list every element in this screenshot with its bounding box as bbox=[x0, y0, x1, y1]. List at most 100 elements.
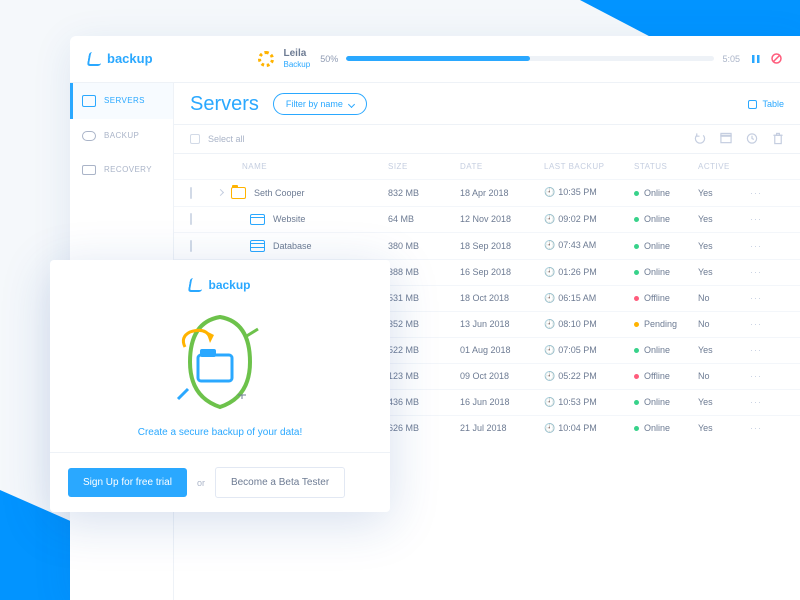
clock-icon: 🕘 bbox=[544, 371, 555, 381]
signup-button[interactable]: Sign Up for free trial bbox=[68, 468, 187, 497]
status-dot bbox=[634, 270, 639, 275]
row-more-icon[interactable]: ··· bbox=[750, 397, 770, 407]
cell-status: Online bbox=[634, 423, 698, 433]
cell-active: Yes bbox=[698, 423, 750, 433]
clock-icon: 🕘 bbox=[544, 345, 555, 355]
row-more-icon[interactable]: ··· bbox=[750, 214, 770, 224]
cell-date: 16 Jun 2018 bbox=[460, 397, 544, 407]
brand-logo[interactable]: backup bbox=[88, 51, 153, 66]
cell-last-backup: 🕘10:35 PM bbox=[544, 187, 634, 198]
row-more-icon[interactable]: ··· bbox=[750, 345, 770, 355]
table-row[interactable]: Seth Cooper832 MB18 Apr 2018🕘10:35 PMOnl… bbox=[174, 179, 800, 206]
cell-active: Yes bbox=[698, 241, 750, 251]
status-dot bbox=[634, 244, 639, 249]
row-more-icon[interactable]: ··· bbox=[750, 267, 770, 277]
cell-last-backup: 🕘06:15 AM bbox=[544, 293, 634, 304]
cell-status: Online bbox=[634, 267, 698, 277]
history-icon[interactable] bbox=[746, 133, 758, 145]
row-more-icon[interactable]: ··· bbox=[750, 423, 770, 433]
clock-icon: 🕘 bbox=[544, 423, 555, 433]
filter-label: Filter by name bbox=[286, 99, 343, 109]
row-name: Database bbox=[273, 241, 312, 251]
sidebar-item-servers[interactable]: SERVERS bbox=[70, 83, 173, 119]
modal-illustration bbox=[68, 304, 372, 419]
cell-date: 21 Jul 2018 bbox=[460, 423, 544, 433]
clock-icon: 🕘 bbox=[544, 397, 555, 407]
row-more-icon[interactable]: ··· bbox=[750, 188, 770, 198]
modal-brand-text: backup bbox=[208, 278, 250, 292]
sidebar-item-label: BACKUP bbox=[104, 131, 139, 140]
table-view-icon bbox=[748, 100, 757, 109]
cancel-icon[interactable] bbox=[770, 53, 782, 65]
cell-date: 18 Apr 2018 bbox=[460, 188, 544, 198]
cell-size: 832 MB bbox=[388, 188, 460, 198]
table-row[interactable]: Website64 MB12 Nov 2018🕘09:02 PMOnlineYe… bbox=[174, 206, 800, 232]
modal-brand: backup bbox=[189, 278, 250, 292]
cell-status: Online bbox=[634, 241, 698, 251]
task-user: Leila bbox=[284, 48, 311, 60]
task-type: Backup bbox=[284, 60, 311, 70]
table-toolbar: Select all bbox=[174, 124, 800, 154]
status-dot bbox=[634, 191, 639, 196]
cloud-icon bbox=[82, 131, 96, 141]
cell-date: 01 Aug 2018 bbox=[460, 345, 544, 355]
sidebar-item-recovery[interactable]: RECOVERY bbox=[70, 153, 173, 187]
spinner-icon bbox=[258, 51, 274, 67]
cell-date: 16 Sep 2018 bbox=[460, 267, 544, 277]
cell-last-backup: 🕘10:53 PM bbox=[544, 397, 634, 408]
table-header: NAME SIZE DATE LAST BACKUP STATUS ACTIVE bbox=[174, 154, 800, 179]
or-text: or bbox=[197, 478, 205, 488]
cell-last-backup: 🕘07:43 AM bbox=[544, 240, 634, 251]
chevron-right-icon bbox=[217, 189, 224, 196]
sidebar-item-backup[interactable]: BACKUP bbox=[70, 119, 173, 153]
cell-date: 13 Jun 2018 bbox=[460, 319, 544, 329]
cell-active: Yes bbox=[698, 214, 750, 224]
select-all-checkbox[interactable] bbox=[190, 134, 200, 144]
cell-size: 388 MB bbox=[388, 267, 460, 277]
col-active: ACTIVE bbox=[698, 162, 750, 171]
filter-dropdown[interactable]: Filter by name bbox=[273, 93, 367, 115]
website-icon bbox=[250, 214, 265, 225]
row-checkbox[interactable] bbox=[190, 187, 192, 199]
clock-icon: 🕘 bbox=[544, 293, 555, 303]
row-more-icon[interactable]: ··· bbox=[750, 371, 770, 381]
row-more-icon[interactable]: ··· bbox=[750, 319, 770, 329]
trash-icon[interactable] bbox=[772, 133, 784, 145]
cell-active: No bbox=[698, 371, 750, 381]
chevron-down-icon bbox=[348, 101, 355, 108]
status-dot bbox=[634, 426, 639, 431]
row-more-icon[interactable]: ··· bbox=[750, 241, 770, 251]
brand-icon bbox=[188, 278, 204, 292]
beta-tester-button[interactable]: Become a Beta Tester bbox=[215, 467, 345, 498]
col-last-backup: LAST BACKUP bbox=[544, 162, 634, 171]
recovery-icon bbox=[82, 165, 96, 175]
row-more-icon[interactable]: ··· bbox=[750, 293, 770, 303]
row-checkbox[interactable] bbox=[190, 240, 192, 252]
view-label: Table bbox=[762, 99, 784, 109]
cell-status: Offline bbox=[634, 371, 698, 381]
cell-name: Website bbox=[236, 214, 388, 225]
folder-icon bbox=[231, 187, 246, 199]
sidebar-item-label: SERVERS bbox=[104, 96, 145, 105]
cell-size: 522 MB bbox=[388, 345, 460, 355]
cell-date: 18 Oct 2018 bbox=[460, 293, 544, 303]
row-checkbox[interactable] bbox=[190, 213, 192, 225]
cell-last-backup: 🕘10:04 PM bbox=[544, 423, 634, 434]
cell-active: Yes bbox=[698, 345, 750, 355]
status-dot bbox=[634, 348, 639, 353]
table-row[interactable]: Database380 MB18 Sep 2018🕘07:43 AMOnline… bbox=[174, 232, 800, 259]
view-toggle[interactable]: Table bbox=[748, 99, 784, 109]
archive-icon[interactable] bbox=[720, 133, 732, 145]
cell-size: 380 MB bbox=[388, 241, 460, 251]
cell-size: 531 MB bbox=[388, 293, 460, 303]
topbar: backup Leila Backup 50% 5:05 bbox=[70, 36, 800, 83]
pause-icon[interactable] bbox=[750, 53, 762, 65]
cell-name: Seth Cooper bbox=[218, 187, 388, 199]
cell-size: 64 MB bbox=[388, 214, 460, 224]
cell-size: 626 MB bbox=[388, 423, 460, 433]
page-title: Servers bbox=[190, 93, 259, 116]
progress-bar[interactable] bbox=[346, 56, 714, 61]
undo-icon[interactable] bbox=[694, 133, 706, 145]
cell-active: Yes bbox=[698, 397, 750, 407]
brand-text: backup bbox=[107, 51, 153, 66]
